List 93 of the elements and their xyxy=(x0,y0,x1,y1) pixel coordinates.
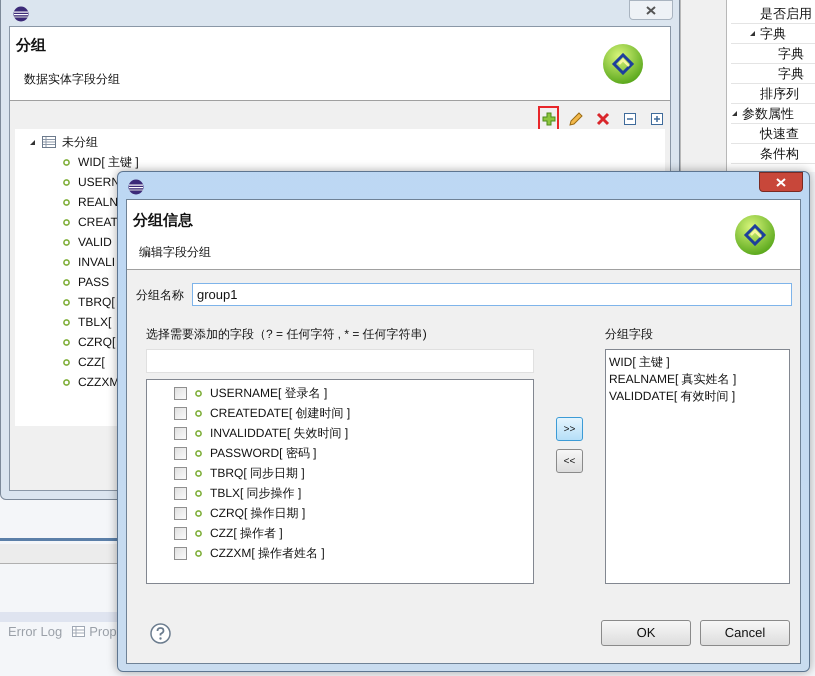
collapse-arrow-icon[interactable] xyxy=(731,110,738,117)
property-label[interactable]: 是否启用 xyxy=(749,4,812,24)
property-label[interactable]: 快速查 xyxy=(749,124,799,144)
field-label: 选择需要添加的字段（? = 任何字符 , * = 任何字符串) xyxy=(146,326,428,343)
checkbox[interactable] xyxy=(174,406,187,420)
field-icon xyxy=(63,258,70,266)
close-button[interactable] xyxy=(629,0,673,20)
field-icon xyxy=(195,550,202,556)
field-item[interactable]: CZRQ[ 操作日期 ] xyxy=(210,504,306,522)
field-item[interactable]: PASSWORD[ 密码 ] xyxy=(210,444,316,462)
dialog-description: 数据实体字段分组 xyxy=(23,70,120,88)
tree-item[interactable]: WID[ 主键 ] xyxy=(78,153,139,171)
field-icon xyxy=(195,430,202,436)
checkbox[interactable] xyxy=(174,466,187,480)
move-button[interactable]: >> xyxy=(556,417,583,441)
field-icon xyxy=(63,338,70,346)
checkbox[interactable] xyxy=(174,546,187,560)
collapse-arrow-icon[interactable] xyxy=(29,138,36,146)
field-icon xyxy=(63,298,70,306)
collapse-arrow-icon[interactable] xyxy=(749,30,756,37)
filter-field[interactable] xyxy=(146,349,534,373)
tree-item[interactable]: CZZ[ xyxy=(78,353,105,371)
field-icon xyxy=(195,450,202,456)
field-icon xyxy=(195,490,202,496)
field-icon xyxy=(63,238,70,246)
tree-item[interactable]: 未分组 xyxy=(62,133,98,151)
move-button[interactable]: << xyxy=(556,449,583,473)
collapse-all-icon[interactable] xyxy=(622,112,636,126)
group-name-field[interactable]: group1 xyxy=(192,283,792,306)
checkbox[interactable] xyxy=(174,446,187,460)
table-icon xyxy=(72,626,86,638)
field-icon xyxy=(195,470,202,476)
logo-icon xyxy=(734,214,776,256)
checkbox[interactable] xyxy=(174,526,187,540)
tree-item[interactable]: VALID xyxy=(78,233,112,251)
checkbox[interactable] xyxy=(174,486,187,500)
property-label[interactable]: 排序列 xyxy=(749,84,799,104)
tree-item[interactable]: TBRQ[ xyxy=(78,293,115,311)
tree-item[interactable]: CREAT xyxy=(78,213,118,231)
close-button[interactable] xyxy=(759,172,803,192)
field-icon xyxy=(63,358,70,366)
property-label[interactable]: 字典 xyxy=(767,44,804,64)
field-icon xyxy=(195,530,202,536)
app-icon xyxy=(13,6,29,22)
tree-item[interactable]: INVALI xyxy=(78,253,116,271)
field-item[interactable]: TBRQ[ 同步日期 ] xyxy=(210,464,305,482)
field-icon xyxy=(63,178,70,186)
dialog-description: 编辑字段分组 xyxy=(138,244,211,260)
field-icon xyxy=(63,198,70,206)
tree-item[interactable]: PASS xyxy=(78,273,110,291)
close-icon xyxy=(776,178,786,186)
field-icon xyxy=(63,318,70,326)
list-item[interactable]: REALNAME[ 真实姓名 ] xyxy=(609,370,789,387)
property-label[interactable]: 参数属性 xyxy=(742,104,794,124)
field-icon xyxy=(195,390,202,396)
delete-icon[interactable] xyxy=(596,112,610,126)
dialog-button[interactable]: Cancel xyxy=(700,620,790,646)
property-label[interactable]: 字典 xyxy=(760,24,786,44)
logo-icon xyxy=(602,43,644,85)
expand-all-icon[interactable] xyxy=(650,112,664,126)
field-icon xyxy=(63,378,70,386)
checkbox[interactable] xyxy=(174,386,187,400)
dialog-title: 分组 xyxy=(16,36,47,56)
list-item[interactable]: VALIDDATE[ 有效时间 ] xyxy=(609,387,789,404)
dialog-button[interactable]: OK xyxy=(601,620,691,646)
tree-item[interactable]: TBLX[ xyxy=(78,313,112,331)
table-icon xyxy=(42,136,56,148)
field-icon xyxy=(63,218,70,226)
field-icon xyxy=(63,278,70,286)
plus-icon[interactable] xyxy=(542,112,556,126)
field-icon xyxy=(195,510,202,516)
checkbox[interactable] xyxy=(174,506,187,520)
field-item[interactable]: CZZXM[ 操作者姓名 ] xyxy=(210,544,325,562)
list-item[interactable]: WID[ 主键 ] xyxy=(609,353,789,370)
field-item[interactable]: INVALIDDATE[ 失效时间 ] xyxy=(210,424,348,442)
field-item[interactable]: CREATEDATE[ 创建时间 ] xyxy=(210,404,350,422)
field-icon xyxy=(63,158,70,166)
dialog-title: 分组信息 xyxy=(133,211,194,231)
close-icon xyxy=(646,6,656,14)
tree-item[interactable]: CZRQ[ xyxy=(78,333,116,351)
field-icon xyxy=(195,410,202,416)
property-label[interactable]: 条件构 xyxy=(749,144,799,164)
property-label[interactable]: 字典 xyxy=(767,64,804,84)
help-icon[interactable] xyxy=(150,622,171,644)
tree-item[interactable]: REALN xyxy=(78,193,118,211)
field-label: 分组名称 xyxy=(136,286,184,304)
field-item[interactable]: CZZ[ 操作者 ] xyxy=(210,524,283,542)
app-icon xyxy=(128,178,144,194)
field-item[interactable]: USERNAME[ 登录名 ] xyxy=(210,384,328,402)
field-item[interactable]: TBLX[ 同步操作 ] xyxy=(210,484,302,502)
checkbox[interactable] xyxy=(174,426,187,440)
field-label: 分组字段 xyxy=(605,326,654,343)
pencil-icon[interactable] xyxy=(568,112,582,126)
